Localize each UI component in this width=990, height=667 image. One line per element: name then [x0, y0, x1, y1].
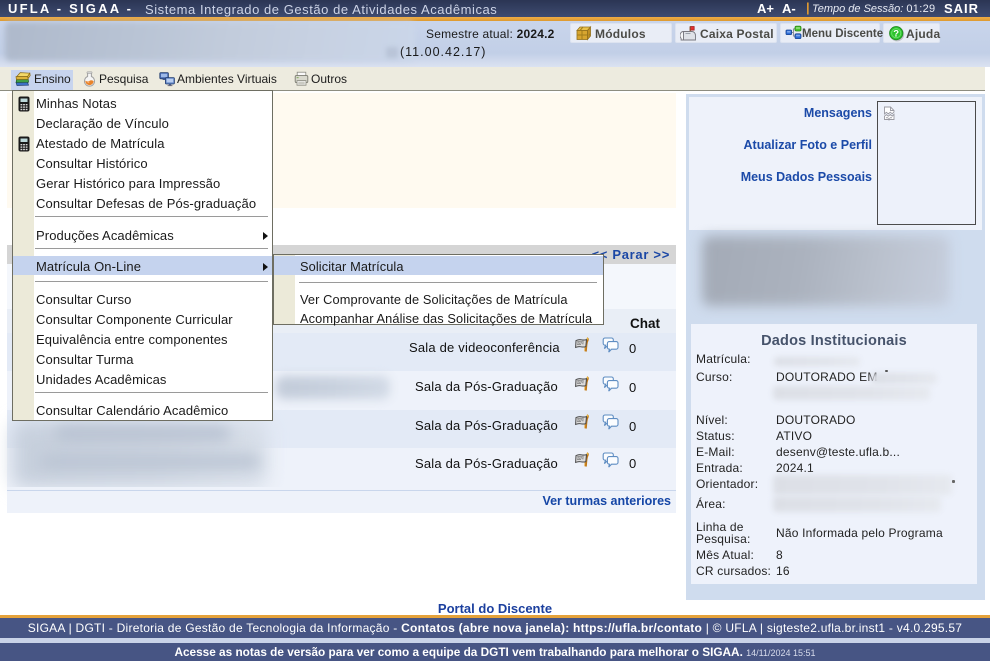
svg-text:?: ?: [893, 28, 899, 39]
